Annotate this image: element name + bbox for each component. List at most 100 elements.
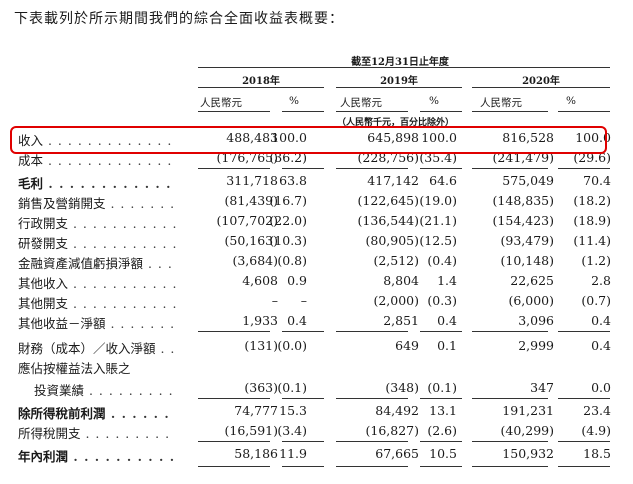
pct-label-2020: % (566, 95, 576, 107)
subtotal-rule (198, 466, 270, 467)
row-label: 應佔按權益法入賬之 (18, 361, 131, 376)
table-row: 其他收益－淨額 1,933 0.4 2,851 0.4 3,096 0.4 (0, 313, 633, 333)
row-value: – (271, 293, 278, 308)
row-label: 研發開支 (18, 233, 176, 252)
row-value: 74,777 (234, 403, 278, 418)
subtotal-rule (472, 398, 548, 399)
row-value: 63.8 (279, 173, 307, 188)
row-value: (2,000) (373, 293, 419, 308)
year-header-2018: 2018年 (242, 76, 280, 87)
table-row: 除所得稅前利潤 74,77715.3 84,492 13.1 191,231 23.4 (0, 403, 633, 423)
row-value: 311,718 (226, 173, 278, 188)
row-value: 1,933 (242, 313, 278, 328)
row-value: 1.4 (437, 273, 457, 288)
table-row: 銷售及營銷開支(81,439)(16.7)(122,645)(19.0)(148… (0, 193, 633, 213)
row-value: 2,999 (518, 338, 554, 353)
row-value: 3,096 (518, 313, 554, 328)
row-value: (10,148) (500, 253, 555, 268)
row-label: 財務（成本）／收入淨額 (18, 338, 176, 357)
row-value: (2,512) (373, 253, 419, 268)
unit-underline-1 (198, 111, 270, 112)
row-value: 22,625 (510, 273, 554, 288)
row-value: (0.1) (427, 380, 457, 395)
row-value: – (300, 293, 307, 308)
row-label: 其他開支 (18, 293, 176, 312)
row-value: 0.4 (591, 313, 611, 328)
table-row: 應佔按權益法入賬之 (0, 358, 633, 378)
row-value: (1.2) (581, 253, 611, 268)
unit-underline-4 (420, 111, 462, 112)
year-header-2019: 2019年 (380, 76, 418, 87)
row-value: (4.9) (581, 423, 611, 438)
row-value: 0.0 (591, 380, 611, 395)
row-value: (131) (244, 338, 278, 353)
table-row: 投資業績(363)(0.1)(348)(0.1)3470.0 (0, 380, 633, 400)
row-value: (0.0) (277, 338, 307, 353)
row-label: 所得稅開支 (18, 423, 176, 442)
table-row: 年內利潤 58,18611.9 67,665 10.5 150,932 18.5 (0, 446, 633, 466)
subtotal-rule (282, 168, 324, 169)
row-value: 347 (530, 380, 554, 395)
row-value: (0.1) (277, 380, 307, 395)
table-row: 其他開支 – – (2,000) (0.3) (6,000) (0.7) (0, 293, 633, 313)
year-header-2020: 2020年 (522, 76, 560, 87)
year-underline-2018 (198, 87, 324, 88)
row-value: (11.4) (573, 233, 611, 248)
pct-label-2018: % (289, 95, 299, 107)
row-label: 投資業績 (34, 380, 176, 399)
row-value: (12.5) (419, 233, 457, 248)
row-value: 23.4 (583, 403, 611, 418)
row-value: 0.9 (287, 273, 307, 288)
row-value: (3.4) (277, 423, 307, 438)
subtotal-rule (282, 466, 324, 467)
year-underline-2019 (336, 87, 462, 88)
row-value: (348) (385, 380, 419, 395)
row-value: (6,000) (508, 293, 554, 308)
row-value: 64.6 (429, 173, 457, 188)
row-label: 銷售及營銷開支 (18, 193, 176, 212)
subtotal-rule (472, 441, 548, 442)
row-value: 0.4 (437, 313, 457, 328)
row-value: (0.4) (427, 253, 457, 268)
table-row: 財務（成本）／收入淨額 (131)(0.0) 649 0.1 2,999 0.4 (0, 338, 633, 358)
row-value: 58,186 (234, 446, 278, 461)
row-value: 84,492 (375, 403, 419, 418)
subtotal-rule (558, 168, 610, 169)
subtotal-rule (282, 441, 324, 442)
period-header: 截至12月31日止年度 (351, 57, 449, 68)
row-value: (93,479) (500, 233, 555, 248)
unit-underline-6 (558, 111, 610, 112)
table-row: 所得稅開支 (16,591)(3.4) (16,827) (2.6) (40,299) (… (0, 423, 633, 443)
table-row: 其他收入 4,608 0.9 8,804 1.4 22,625 2.8 (0, 273, 633, 293)
row-value: (40,299) (500, 423, 555, 438)
row-value: (148,835) (492, 193, 554, 208)
subtotal-rule (558, 466, 610, 467)
row-value: 417,142 (367, 173, 419, 188)
row-label: 除所得稅前利潤 (18, 403, 176, 422)
unit-label-2020: 人民幣元 (480, 97, 522, 109)
intro-text: 下表載列於所示期間我們的綜合全面收益表概要： (14, 11, 344, 27)
subtotal-rule (336, 466, 408, 467)
subtotal-rule (198, 168, 270, 169)
row-value: 13.1 (429, 403, 457, 418)
row-label: 其他收入 (18, 273, 176, 292)
row-value: (18.9) (573, 213, 611, 228)
subtotal-rule (558, 441, 610, 442)
row-value: 4,608 (242, 273, 278, 288)
subtotal-rule (472, 466, 548, 467)
subtotal-rule (558, 398, 610, 399)
row-value: 18.5 (583, 446, 611, 461)
subtotal-rule (336, 331, 408, 332)
row-value: 11.9 (279, 446, 307, 461)
subtotal-rule (420, 331, 462, 332)
subtotal-rule (336, 398, 408, 399)
row-value: (2.6) (427, 423, 457, 438)
row-value: (0.3) (427, 293, 457, 308)
period-underline (198, 67, 610, 68)
row-value: (16.7) (269, 193, 307, 208)
row-value: (22.0) (269, 213, 307, 228)
subtotal-rule (198, 398, 270, 399)
row-value: 575,049 (502, 173, 554, 188)
row-value: (10.3) (269, 233, 307, 248)
row-value: (16,827) (365, 423, 420, 438)
